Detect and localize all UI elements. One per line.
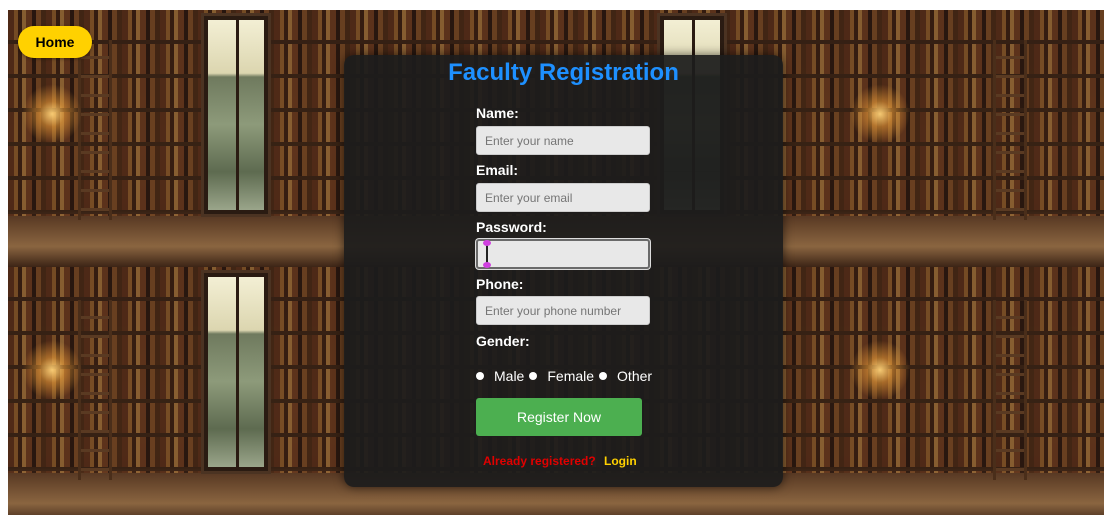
library-ladder [993,40,1027,220]
gender-label: Gender: [476,333,530,349]
library-ladder [78,40,112,220]
radio-female[interactable] [529,372,538,380]
radio-male[interactable] [476,372,484,380]
password-label: Password: [476,219,547,235]
phone-field[interactable] [476,296,650,325]
text-cursor-icon [483,240,491,268]
library-ladder [993,300,1027,480]
lamp-glow [850,84,910,144]
already-registered-text: Already registered? [483,454,596,468]
lamp-glow [850,340,910,400]
gender-option-male-label: Male [494,368,525,384]
gender-option-other-label: Other [617,368,653,384]
password-field[interactable] [476,239,650,269]
radio-other[interactable] [599,372,608,380]
gender-option-female-label: Female [547,368,595,384]
form-title: Faculty Registration [448,59,679,86]
home-button[interactable]: Home [18,26,92,58]
name-field[interactable] [476,126,650,155]
library-ladder [78,300,112,480]
lamp-glow [22,84,82,144]
library-window [204,273,268,471]
gender-options: Male Female Other [476,368,657,384]
library-window [204,16,268,214]
login-link[interactable]: Login [604,454,637,468]
email-field[interactable] [476,183,650,212]
email-label: Email: [476,162,519,178]
phone-label: Phone: [476,276,524,292]
name-label: Name: [476,105,519,121]
registration-form: Faculty Registration Name: Email: Passwo… [344,55,783,487]
register-button[interactable]: Register Now [476,398,642,436]
lamp-glow [22,340,82,400]
